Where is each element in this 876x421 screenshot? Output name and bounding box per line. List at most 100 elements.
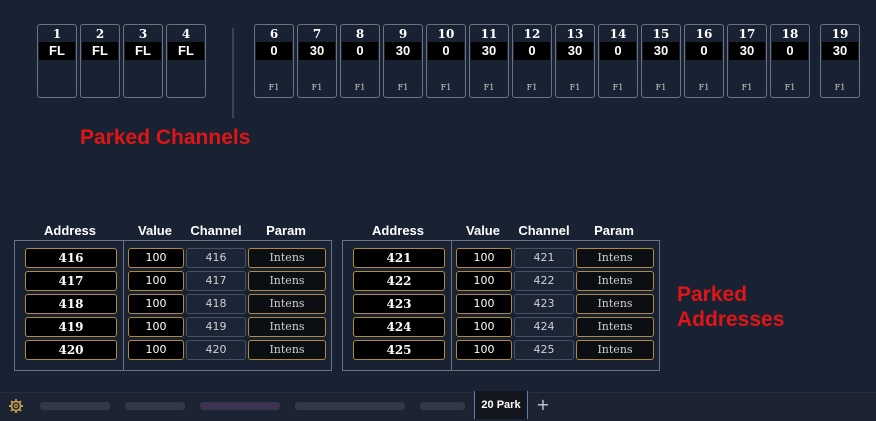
channel-level: 0 (600, 42, 636, 60)
param-cell[interactable]: Intens (576, 340, 654, 360)
channel-level: FL (125, 42, 161, 60)
channel-param-label: F1 (569, 83, 581, 92)
channel-number: 19 (831, 27, 849, 41)
channel-level: 30 (643, 42, 679, 60)
channel-group-divider (232, 28, 234, 118)
value-cell[interactable]: 100 (128, 340, 184, 360)
channel-number: 13 (566, 27, 584, 41)
channel-cell[interactable]: 423 (514, 294, 574, 314)
tab-blurred-1[interactable] (40, 402, 110, 410)
channel-number: 4 (181, 27, 191, 41)
column-header-address: Address (371, 223, 425, 238)
channel-cell[interactable]: 422 (514, 271, 574, 291)
address-cell[interactable]: 421 (353, 248, 445, 268)
channel-tile[interactable]: 1 FL (37, 24, 77, 98)
channel-tile[interactable]: 11 30 F1 (469, 24, 509, 98)
channel-level: FL (82, 42, 118, 60)
param-cell[interactable]: Intens (576, 317, 654, 337)
value-cell[interactable]: 100 (456, 340, 512, 360)
channel-level: 30 (822, 42, 858, 60)
channel-tile[interactable]: 2 FL (80, 24, 120, 98)
tab-blurred-2[interactable] (125, 402, 185, 410)
tab-bar: 20 Park + (0, 391, 876, 421)
value-cell[interactable]: 100 (128, 248, 184, 268)
channel-number: 10 (437, 27, 455, 41)
channel-tile[interactable]: 3 FL (123, 24, 163, 98)
param-cell[interactable]: Intens (576, 248, 654, 268)
channel-tile[interactable]: 19 30 F1 (820, 24, 860, 98)
channel-param-label: F1 (834, 83, 846, 92)
channel-tile[interactable]: 14 0 F1 (598, 24, 638, 98)
channel-cell[interactable]: 418 (186, 294, 246, 314)
channel-tile[interactable]: 6 0 F1 (254, 24, 294, 98)
address-cell[interactable]: 422 (353, 271, 445, 291)
column-header-value: Value (138, 223, 172, 238)
channel-tile[interactable]: 10 0 F1 (426, 24, 466, 98)
channel-cell[interactable]: 416 (186, 248, 246, 268)
channel-level: 30 (729, 42, 765, 60)
value-cell[interactable]: 100 (128, 317, 184, 337)
channel-tile[interactable]: 4 FL (166, 24, 206, 98)
address-cell[interactable]: 420 (25, 340, 117, 360)
address-cell[interactable]: 425 (353, 340, 445, 360)
channel-level: 0 (428, 42, 464, 60)
channel-number: 3 (138, 27, 148, 41)
param-cell[interactable]: Intens (248, 317, 326, 337)
address-table-divider (123, 241, 124, 370)
address-cell[interactable]: 417 (25, 271, 117, 291)
column-header-param: Param (594, 223, 634, 238)
address-cell[interactable]: 424 (353, 317, 445, 337)
channel-cell[interactable]: 424 (514, 317, 574, 337)
address-cell[interactable]: 419 (25, 317, 117, 337)
channel-cell[interactable]: 421 (514, 248, 574, 268)
channel-number: 9 (398, 27, 408, 41)
tab-blurred-3[interactable] (200, 402, 280, 410)
channel-cell[interactable]: 417 (186, 271, 246, 291)
column-header-channel: Channel (518, 223, 570, 238)
param-cell[interactable]: Intens (248, 294, 326, 314)
column-header-address: Address (43, 223, 97, 238)
channel-tile[interactable]: 12 0 F1 (512, 24, 552, 98)
value-cell[interactable]: 100 (456, 271, 512, 291)
address-cell[interactable]: 416 (25, 248, 117, 268)
channel-cell[interactable]: 420 (186, 340, 246, 360)
channel-tile[interactable]: 9 30 F1 (383, 24, 423, 98)
value-cell[interactable]: 100 (128, 271, 184, 291)
value-cell[interactable]: 100 (456, 294, 512, 314)
channel-cell[interactable]: 425 (514, 340, 574, 360)
value-cell[interactable]: 100 (456, 317, 512, 337)
channel-tile[interactable]: 16 0 F1 (684, 24, 724, 98)
channel-cell[interactable]: 419 (186, 317, 246, 337)
param-cell[interactable]: Intens (248, 271, 326, 291)
channel-tile[interactable]: 8 0 F1 (340, 24, 380, 98)
gear-icon[interactable] (8, 398, 24, 414)
tab-20-park[interactable]: 20 Park (474, 391, 528, 419)
channel-tile[interactable]: 18 0 F1 (770, 24, 810, 98)
tab-blurred-4[interactable] (295, 402, 405, 410)
channel-tile[interactable]: 17 30 F1 (727, 24, 767, 98)
value-cell[interactable]: 100 (456, 248, 512, 268)
channel-level: FL (39, 42, 75, 60)
channel-tile[interactable]: 15 30 F1 (641, 24, 681, 98)
channel-number: 16 (695, 27, 713, 41)
channel-param-label: F1 (354, 83, 366, 92)
param-cell[interactable]: Intens (576, 271, 654, 291)
add-tab-button[interactable]: + (533, 394, 553, 416)
tab-blurred-5[interactable] (420, 402, 465, 410)
address-cell[interactable]: 423 (353, 294, 445, 314)
channel-param-label: F1 (397, 83, 409, 92)
channel-param-label: F1 (741, 83, 753, 92)
param-cell[interactable]: Intens (248, 248, 326, 268)
parked-addresses-annotation-line2: Addresses (677, 308, 785, 331)
channel-number: 15 (652, 27, 670, 41)
address-cell[interactable]: 418 (25, 294, 117, 314)
channel-tile[interactable]: 7 30 F1 (297, 24, 337, 98)
param-cell[interactable]: Intens (248, 340, 326, 360)
channel-number: 8 (355, 27, 365, 41)
channel-tile[interactable]: 13 30 F1 (555, 24, 595, 98)
value-cell[interactable]: 100 (128, 294, 184, 314)
channel-param-label: F1 (311, 83, 323, 92)
address-table-divider (451, 241, 452, 370)
channel-param-label: F1 (268, 83, 280, 92)
param-cell[interactable]: Intens (576, 294, 654, 314)
